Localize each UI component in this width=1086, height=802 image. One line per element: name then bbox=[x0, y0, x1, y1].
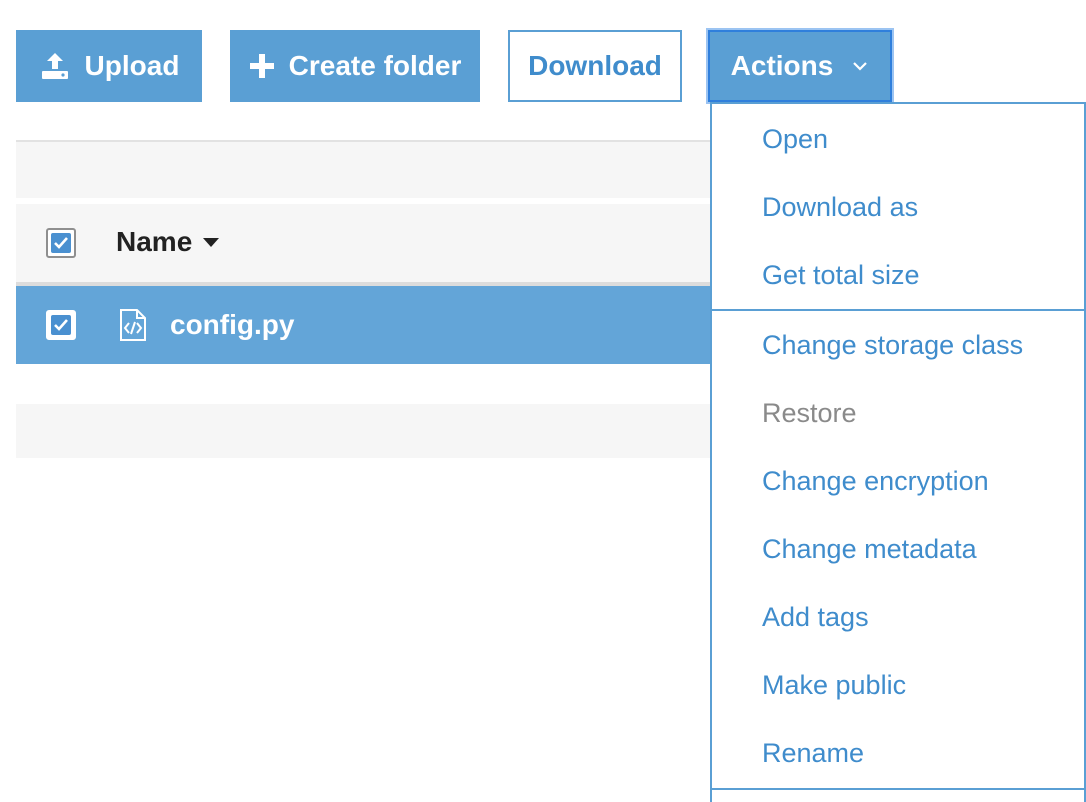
menu-item-restore: Restore bbox=[762, 398, 857, 428]
create-folder-label: Create folder bbox=[288, 50, 462, 81]
chevron-down-icon bbox=[851, 60, 869, 72]
name-column-label: Name bbox=[116, 226, 193, 257]
menu-item-get-total-size[interactable]: Get total size bbox=[762, 260, 920, 291]
download-label: Download bbox=[528, 50, 662, 81]
upload-button[interactable]: Upload bbox=[16, 30, 202, 102]
create-folder-button[interactable]: Create folder bbox=[230, 30, 480, 102]
name-column-header[interactable]: Name bbox=[116, 226, 220, 258]
menu-item-change-metadata[interactable]: Change metadata bbox=[762, 534, 977, 565]
actions-dropdown-button[interactable]: Actions bbox=[708, 30, 892, 102]
actions-dropdown-menu: Open Download as Get total size Change s… bbox=[710, 102, 1086, 802]
actions-label: Actions bbox=[730, 50, 834, 81]
download-button[interactable]: Download bbox=[508, 30, 682, 102]
upload-label: Upload bbox=[84, 50, 180, 81]
menu-item-make-public[interactable]: Make public bbox=[762, 670, 906, 701]
menu-item-download-as[interactable]: Download as bbox=[762, 192, 918, 223]
upload-icon bbox=[39, 51, 71, 81]
menu-divider bbox=[712, 309, 1084, 311]
plus-icon bbox=[249, 53, 275, 79]
sort-desc-icon bbox=[202, 236, 220, 248]
checkmark-icon bbox=[51, 233, 71, 253]
menu-item-change-storage-class[interactable]: Change storage class bbox=[762, 330, 1023, 361]
menu-divider bbox=[712, 788, 1084, 790]
menu-item-rename[interactable]: Rename bbox=[762, 738, 864, 769]
select-all-checkbox[interactable] bbox=[46, 228, 76, 258]
row-checkbox[interactable] bbox=[46, 310, 76, 340]
menu-item-change-encryption[interactable]: Change encryption bbox=[762, 466, 989, 497]
menu-item-open[interactable]: Open bbox=[762, 124, 828, 155]
file-name-link[interactable]: config.py bbox=[170, 309, 294, 341]
code-file-icon bbox=[118, 308, 148, 347]
menu-item-add-tags[interactable]: Add tags bbox=[762, 602, 869, 633]
checkmark-icon bbox=[51, 315, 71, 335]
